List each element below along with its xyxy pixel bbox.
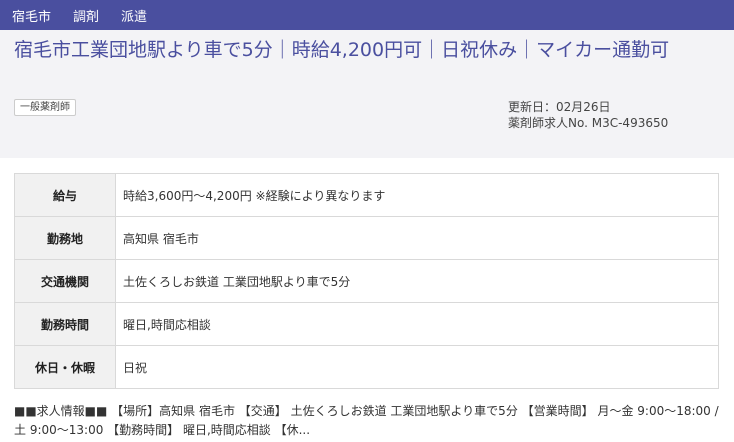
breadcrumb-bar: 宿毛市 調剤 派遣: [0, 0, 734, 30]
table-row: 給与 時給3,600円〜4,200円 ※経験により異なります: [14, 173, 719, 217]
table-row: 勤務時間 曜日,時間応相談: [14, 302, 719, 346]
job-title[interactable]: 宿毛市工業団地駅より車で5分｜時給4,200円可｜日祝休み｜マイカー通勤可: [14, 39, 724, 62]
job-summary: ■■求人情報■■ 【場所】高知県 宿毛市 【交通】 土佐くろしお鉄道 工業団地駅…: [14, 404, 719, 437]
job-details-table: 給与 時給3,600円〜4,200円 ※経験により異なります 勤務地 高知県 宿…: [14, 173, 719, 389]
work-hours-value: 曜日,時間応相談: [115, 302, 719, 346]
job-header: 宿毛市工業団地駅より車で5分｜時給4,200円可｜日祝休み｜マイカー通勤可 一般…: [0, 30, 734, 158]
breadcrumb-item-city[interactable]: 宿毛市: [12, 6, 51, 25]
holidays-value: 日祝: [115, 345, 719, 389]
holidays-label: 休日・休暇: [14, 345, 116, 389]
table-row: 交通機関 土佐くろしお鉄道 工業団地駅より車で5分: [14, 259, 719, 303]
location-value: 高知県 宿毛市: [115, 216, 719, 260]
location-label: 勤務地: [14, 216, 116, 260]
job-meta: 更新日：02月26日 薬剤師求人No. M3C-493650: [508, 99, 668, 131]
transport-label: 交通機関: [14, 259, 116, 303]
breadcrumb-item-category[interactable]: 調剤: [73, 6, 99, 25]
breadcrumb-item-employment-type[interactable]: 派遣: [121, 6, 147, 25]
updated-date: 更新日：02月26日: [508, 100, 611, 114]
salary-label: 給与: [14, 173, 116, 217]
table-row: 休日・休暇 日祝: [14, 345, 719, 389]
work-hours-label: 勤務時間: [14, 302, 116, 346]
job-id: 薬剤師求人No. M3C-493650: [508, 116, 669, 130]
job-type-badge: 一般薬剤師: [14, 99, 76, 116]
table-row: 勤務地 高知県 宿毛市: [14, 216, 719, 260]
salary-value: 時給3,600円〜4,200円 ※経験により異なります: [115, 173, 719, 217]
transport-value: 土佐くろしお鉄道 工業団地駅より車で5分: [115, 259, 719, 303]
